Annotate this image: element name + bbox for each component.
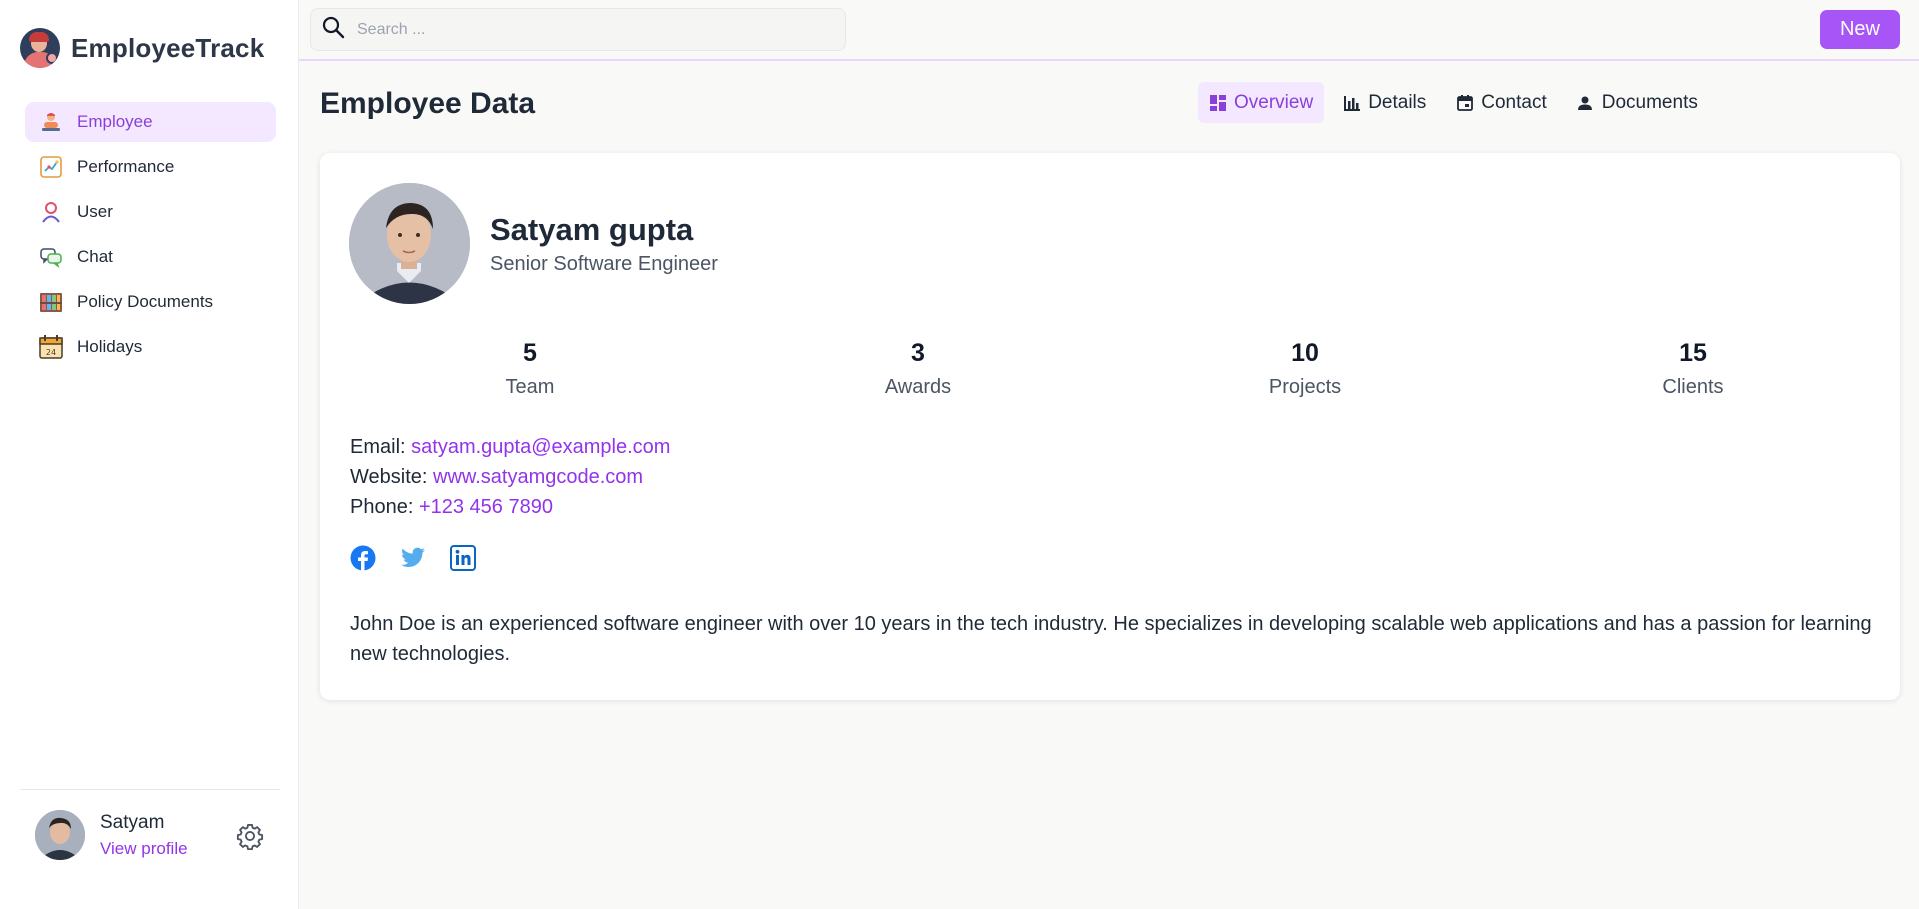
phone-label: Phone: — [350, 496, 414, 518]
svg-text:24: 24 — [46, 348, 56, 357]
stat-value: 15 — [1679, 339, 1707, 367]
sidebar-item-employee[interactable]: Employee — [25, 102, 276, 142]
person-icon — [1577, 94, 1594, 111]
view-tabs: Overview Details Contact Documents — [1198, 82, 1709, 123]
employee-role: Senior Software Engineer — [490, 253, 718, 275]
search-icon — [321, 15, 345, 44]
website-row: Website: www.satyamgcode.com — [350, 462, 670, 492]
stat-value: 10 — [1291, 339, 1319, 367]
brand-logo-icon — [20, 28, 60, 68]
stat-value: 3 — [911, 339, 925, 367]
tab-label: Documents — [1601, 91, 1698, 113]
sidebar-item-label: Employee — [77, 112, 153, 131]
sidebar-item-label: Holidays — [77, 337, 143, 356]
brand-name: EmployeeTrack — [71, 32, 265, 63]
brand[interactable]: EmployeeTrack — [20, 28, 264, 68]
employee-bio: John Doe is an experienced software engi… — [350, 613, 1872, 665]
phone-row: Phone: +123 456 7890 — [350, 492, 670, 522]
tab-label: Overview — [1234, 91, 1314, 113]
sidebar-item-chat[interactable]: Chat — [25, 237, 276, 277]
sidebar-item-performance[interactable]: Performance — [25, 147, 276, 187]
stat-clients: 15 Clients — [1593, 339, 1793, 399]
stat-value: 5 — [523, 339, 537, 367]
sidebar-item-label: Policy Documents — [77, 292, 214, 311]
website-link[interactable]: www.satyamgcode.com — [433, 466, 643, 488]
stat-label: Projects — [1268, 376, 1342, 398]
topbar: New — [299, 0, 1919, 61]
sidebar-item-holidays[interactable]: 24 Holidays — [25, 327, 276, 367]
linkedin-icon[interactable] — [450, 545, 476, 571]
sidebar-divider — [20, 789, 280, 790]
sidebar-item-label: User — [77, 202, 113, 221]
sidebar-item-policy-documents[interactable]: Policy Documents — [25, 282, 276, 322]
new-button[interactable]: New — [1820, 10, 1900, 49]
tab-contact[interactable]: Contact — [1445, 82, 1557, 123]
page-title: Employee Data — [320, 87, 536, 120]
phone-link[interactable]: +123 456 7890 — [419, 496, 553, 518]
stat-label: Clients — [1662, 376, 1724, 398]
sidebar-item-label: Chat — [77, 247, 113, 266]
facebook-icon[interactable] — [350, 545, 376, 571]
chat-icon — [39, 245, 63, 269]
profile-name: Satyam — [100, 811, 165, 833]
twitter-icon[interactable] — [400, 545, 426, 571]
employee-icon — [39, 110, 63, 134]
email-row: Email: satyam.gupta@example.com — [350, 432, 670, 462]
calendar-card-icon — [1456, 94, 1473, 111]
social-links — [350, 545, 476, 571]
stat-label: Awards — [884, 376, 952, 398]
grid-icon — [1209, 94, 1226, 111]
search-bar[interactable] — [310, 8, 846, 51]
sidebar-item-label: Performance — [77, 157, 175, 176]
user-icon — [39, 200, 63, 224]
stat-projects: 10 Projects — [1205, 339, 1405, 399]
employee-avatar — [349, 183, 470, 304]
sidebar-nav: Employee Performance User Chat Policy Do… — [25, 102, 276, 372]
sidebar-profile: Satyam View profile — [35, 810, 188, 860]
tab-label: Contact — [1481, 91, 1547, 113]
sidebar: EmployeeTrack Employee Performance User … — [0, 0, 299, 909]
tab-details[interactable]: Details — [1332, 82, 1437, 123]
email-link[interactable]: satyam.gupta@example.com — [411, 436, 670, 458]
search-input[interactable] — [357, 20, 827, 39]
employee-card: Satyam gupta Senior Software Engineer 5 … — [320, 153, 1900, 700]
email-label: Email: — [350, 436, 406, 458]
website-label: Website: — [350, 466, 428, 488]
sidebar-item-user[interactable]: User — [25, 192, 276, 232]
tab-documents[interactable]: Documents — [1566, 82, 1709, 123]
gear-icon[interactable] — [236, 822, 264, 851]
tab-label: Details — [1368, 91, 1427, 113]
view-profile-link[interactable]: View profile — [100, 839, 188, 859]
calendar-icon: 24 — [39, 335, 63, 359]
employee-name: Satyam gupta — [490, 212, 694, 247]
policy-documents-icon — [39, 290, 63, 314]
avatar[interactable] — [35, 810, 85, 860]
contact-info: Email: satyam.gupta@example.com Website:… — [350, 432, 670, 522]
stat-team: 5 Team — [430, 339, 630, 399]
bar-chart-icon — [1343, 94, 1360, 111]
stat-awards: 3 Awards — [818, 339, 1018, 399]
stat-label: Team — [505, 376, 555, 398]
performance-icon — [39, 155, 63, 179]
tab-overview[interactable]: Overview — [1198, 82, 1325, 123]
